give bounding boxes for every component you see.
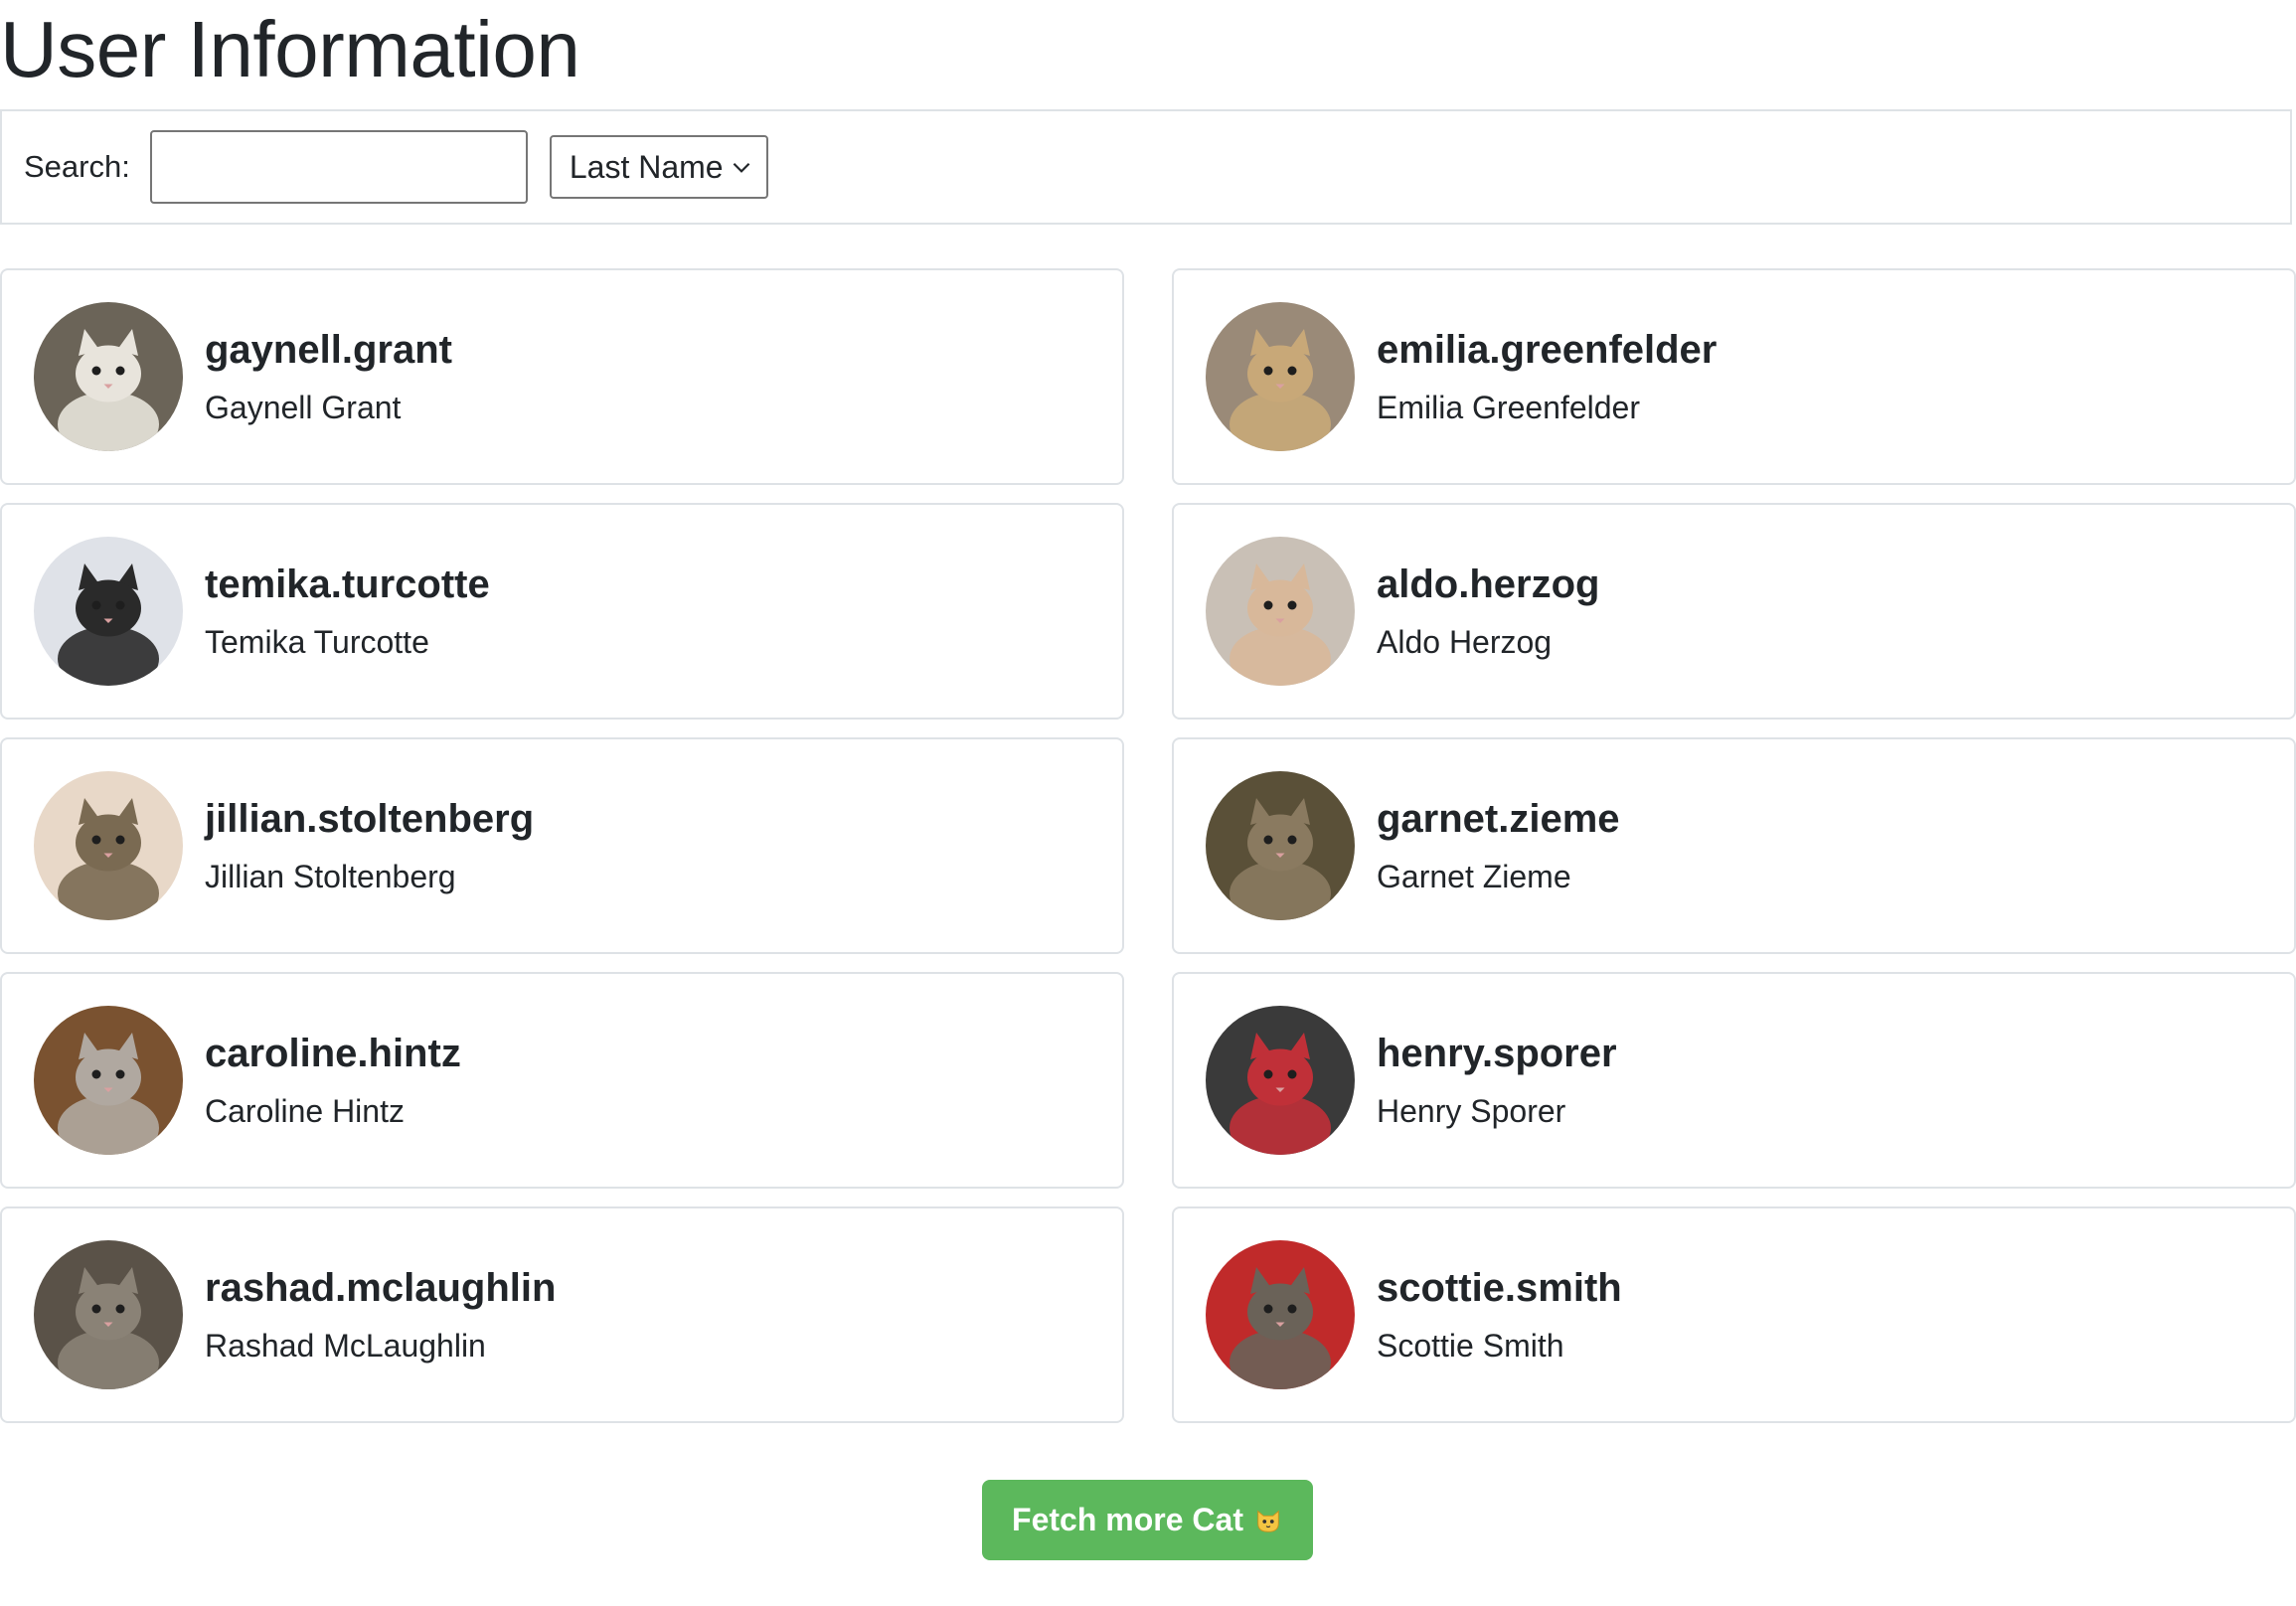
avatar xyxy=(34,1240,183,1389)
user-fullname: Gaynell Grant xyxy=(205,390,402,425)
user-fullname: Temika Turcotte xyxy=(205,624,429,660)
cat-face-icon xyxy=(1257,1510,1279,1532)
user-username: henry.sporer xyxy=(1377,1032,1617,1075)
avatar xyxy=(1206,1240,1355,1389)
avatar xyxy=(34,302,183,451)
user-card[interactable]: garnet.zieme Garnet Zieme xyxy=(1172,737,2296,954)
user-grid: gaynell.grant Gaynell Grant emilia.green… xyxy=(0,268,2296,1423)
user-username: temika.turcotte xyxy=(205,562,490,606)
user-card[interactable]: caroline.hintz Caroline Hintz xyxy=(0,972,1124,1189)
user-username: scottie.smith xyxy=(1377,1266,1622,1310)
user-username: gaynell.grant xyxy=(205,328,452,372)
user-username: rashad.mclaughlin xyxy=(205,1266,557,1310)
avatar xyxy=(34,771,183,920)
search-label: Search: xyxy=(24,149,130,184)
user-fullname: Henry Sporer xyxy=(1377,1093,1566,1129)
user-card[interactable]: jillian.stoltenberg Jillian Stoltenberg xyxy=(0,737,1124,954)
user-username: jillian.stoltenberg xyxy=(205,797,535,841)
avatar xyxy=(1206,537,1355,686)
avatar xyxy=(1206,1006,1355,1155)
sort-select[interactable]: Last Name xyxy=(549,135,768,199)
user-fullname: Jillian Stoltenberg xyxy=(205,859,456,894)
search-bar: Search: Last Name xyxy=(0,109,2292,225)
user-card[interactable]: emilia.greenfelder Emilia Greenfelder xyxy=(1172,268,2296,485)
page-title: User Information xyxy=(0,5,580,93)
user-fullname: Caroline Hintz xyxy=(205,1093,405,1129)
user-card[interactable]: rashad.mclaughlin Rashad McLaughlin xyxy=(0,1206,1124,1423)
user-card[interactable]: aldo.herzog Aldo Herzog xyxy=(1172,503,2296,720)
avatar xyxy=(34,537,183,686)
user-card[interactable]: gaynell.grant Gaynell Grant xyxy=(0,268,1124,485)
chevron-down-icon xyxy=(733,162,750,173)
user-fullname: Scottie Smith xyxy=(1377,1328,1564,1364)
user-card[interactable]: henry.sporer Henry Sporer xyxy=(1172,972,2296,1189)
sort-select-value: Last Name xyxy=(569,148,724,185)
user-fullname: Rashad McLaughlin xyxy=(205,1328,486,1364)
avatar xyxy=(1206,771,1355,920)
search-input[interactable] xyxy=(149,130,528,204)
fetch-more-cat-label: Fetch more Cat xyxy=(1012,1502,1243,1537)
user-username: emilia.greenfelder xyxy=(1377,328,1718,372)
user-fullname: Emilia Greenfelder xyxy=(1377,390,1640,425)
user-username: aldo.herzog xyxy=(1377,562,1600,606)
user-card[interactable]: scottie.smith Scottie Smith xyxy=(1172,1206,2296,1423)
user-card[interactable]: temika.turcotte Temika Turcotte xyxy=(0,503,1124,720)
user-fullname: Aldo Herzog xyxy=(1377,624,1553,660)
user-fullname: Garnet Zieme xyxy=(1377,859,1571,894)
fetch-more-cat-button[interactable]: Fetch more Cat xyxy=(982,1480,1313,1560)
avatar xyxy=(1206,302,1355,451)
user-username: garnet.zieme xyxy=(1377,797,1620,841)
user-username: caroline.hintz xyxy=(205,1032,461,1075)
avatar xyxy=(34,1006,183,1155)
